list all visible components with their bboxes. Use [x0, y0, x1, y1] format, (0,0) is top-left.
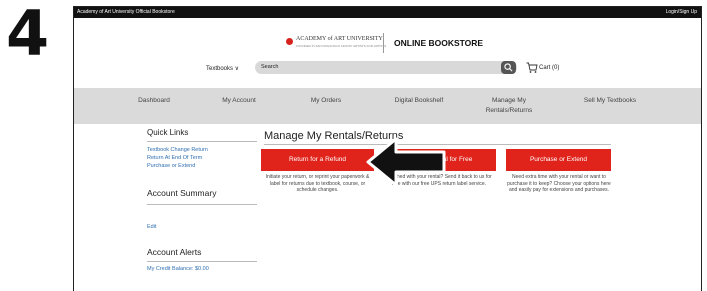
- store-name: ONLINE BOOKSTORE: [394, 38, 484, 48]
- cart-label: Cart (0): [539, 65, 560, 71]
- search-icon: [504, 63, 513, 72]
- purchase-or-extend-button[interactable]: Purchase or Extend: [506, 149, 611, 171]
- quick-link-purchase-or-extend[interactable]: Purchase or Extend: [147, 163, 195, 169]
- nav-my-account[interactable]: My Account: [199, 96, 279, 106]
- search-placeholder: Search: [261, 64, 279, 70]
- divider: [147, 141, 257, 142]
- credit-balance: My Credit Balance: $0.00: [147, 266, 209, 272]
- search-button[interactable]: [501, 61, 516, 74]
- search-input[interactable]: Search: [255, 61, 517, 74]
- account-summary-title: Account Summary: [147, 188, 217, 198]
- login-signup-link[interactable]: Login/Sign Up: [666, 7, 697, 18]
- academy-logo-icon: [286, 38, 293, 45]
- quick-link-return-end-of-term[interactable]: Return At End Of Term: [147, 155, 202, 161]
- purchase-or-extend-description: Need extra time with your rental or want…: [507, 174, 611, 193]
- browser-screenshot: Academy of Art University Official Books…: [73, 6, 702, 291]
- left-arrow-icon: [366, 137, 446, 187]
- divider: [147, 204, 257, 205]
- account-nav: Dashboard My Account My Orders Digital B…: [74, 88, 701, 124]
- nav-my-orders[interactable]: My Orders: [286, 96, 366, 106]
- nav-sell-my-textbooks[interactable]: Sell My Textbooks: [560, 96, 660, 106]
- return-for-refund-description: Initiate your return, or reprint your pa…: [265, 174, 370, 193]
- nav-digital-bookshelf[interactable]: Digital Bookshelf: [374, 96, 464, 106]
- divider: [147, 261, 257, 262]
- return-for-refund-button[interactable]: Return for a Refund: [261, 149, 374, 171]
- cart-icon: [526, 62, 538, 73]
- step-number: 4: [6, 0, 50, 70]
- logo-text: ACADEMY of ART UNIVERSITY: [296, 36, 383, 42]
- account-alerts-title: Account Alerts: [147, 247, 202, 257]
- logo-divider: [383, 33, 384, 53]
- quick-links-title: Quick Links: [147, 128, 189, 137]
- logo-subtext: FOUNDED IN SAN FRANCISCO 1929 BY ARTISTS…: [296, 44, 387, 48]
- textbooks-menu[interactable]: Textbooks ∨: [206, 65, 239, 72]
- topbar-store-title: Academy of Art University Official Books…: [77, 9, 175, 15]
- top-bar: Academy of Art University Official Books…: [74, 7, 701, 18]
- nav-manage-rentals-returns[interactable]: Manage My Rentals/Returns: [469, 96, 549, 116]
- quick-link-textbook-change-return[interactable]: Textbook Change Return: [147, 147, 208, 153]
- nav-dashboard[interactable]: Dashboard: [114, 96, 194, 106]
- edit-link[interactable]: Edit: [147, 224, 156, 230]
